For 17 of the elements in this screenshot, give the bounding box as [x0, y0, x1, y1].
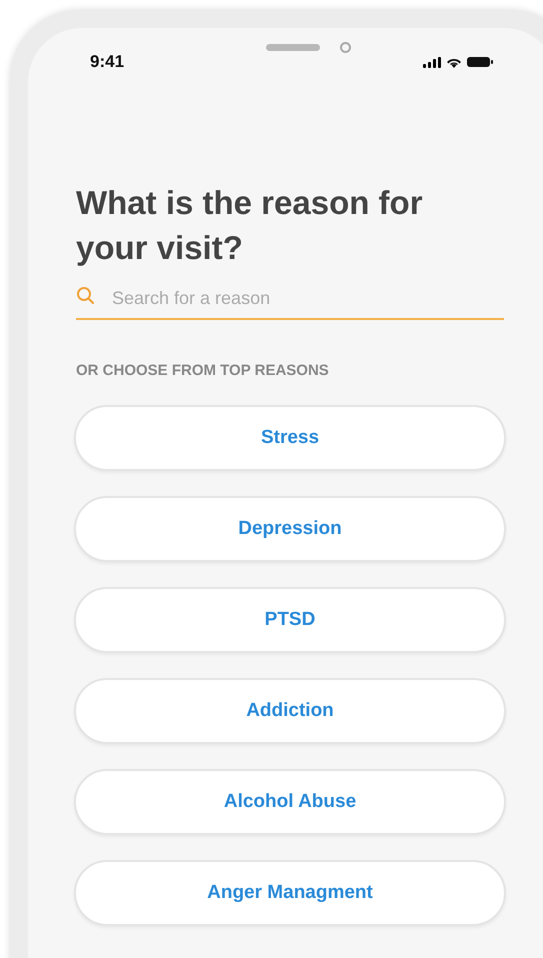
reason-button[interactable]: Anger Managment — [74, 860, 506, 926]
speaker-icon — [266, 44, 320, 50]
wifi-icon — [446, 56, 462, 68]
status-time: 9:41 — [90, 52, 124, 72]
search-input[interactable]: Search for a reason — [110, 286, 474, 310]
search-icon — [76, 286, 96, 306]
reason-button[interactable]: Depression — [74, 496, 506, 562]
reason-button[interactable]: Stress — [74, 405, 506, 471]
reason-button[interactable]: PTSD — [74, 587, 506, 653]
section-label: OR CHOOSE FROM TOP REASONS — [76, 362, 330, 379]
page-title: What is the reason for your visit? — [76, 183, 424, 268]
reason-button[interactable]: Addiction — [74, 678, 506, 744]
camera-icon — [340, 42, 350, 52]
reason-button[interactable]: Alcohol Abuse — [74, 769, 506, 835]
search-field[interactable]: Search for a reason — [76, 280, 504, 320]
signal-icon — [423, 56, 441, 68]
battery-icon — [467, 56, 494, 68]
